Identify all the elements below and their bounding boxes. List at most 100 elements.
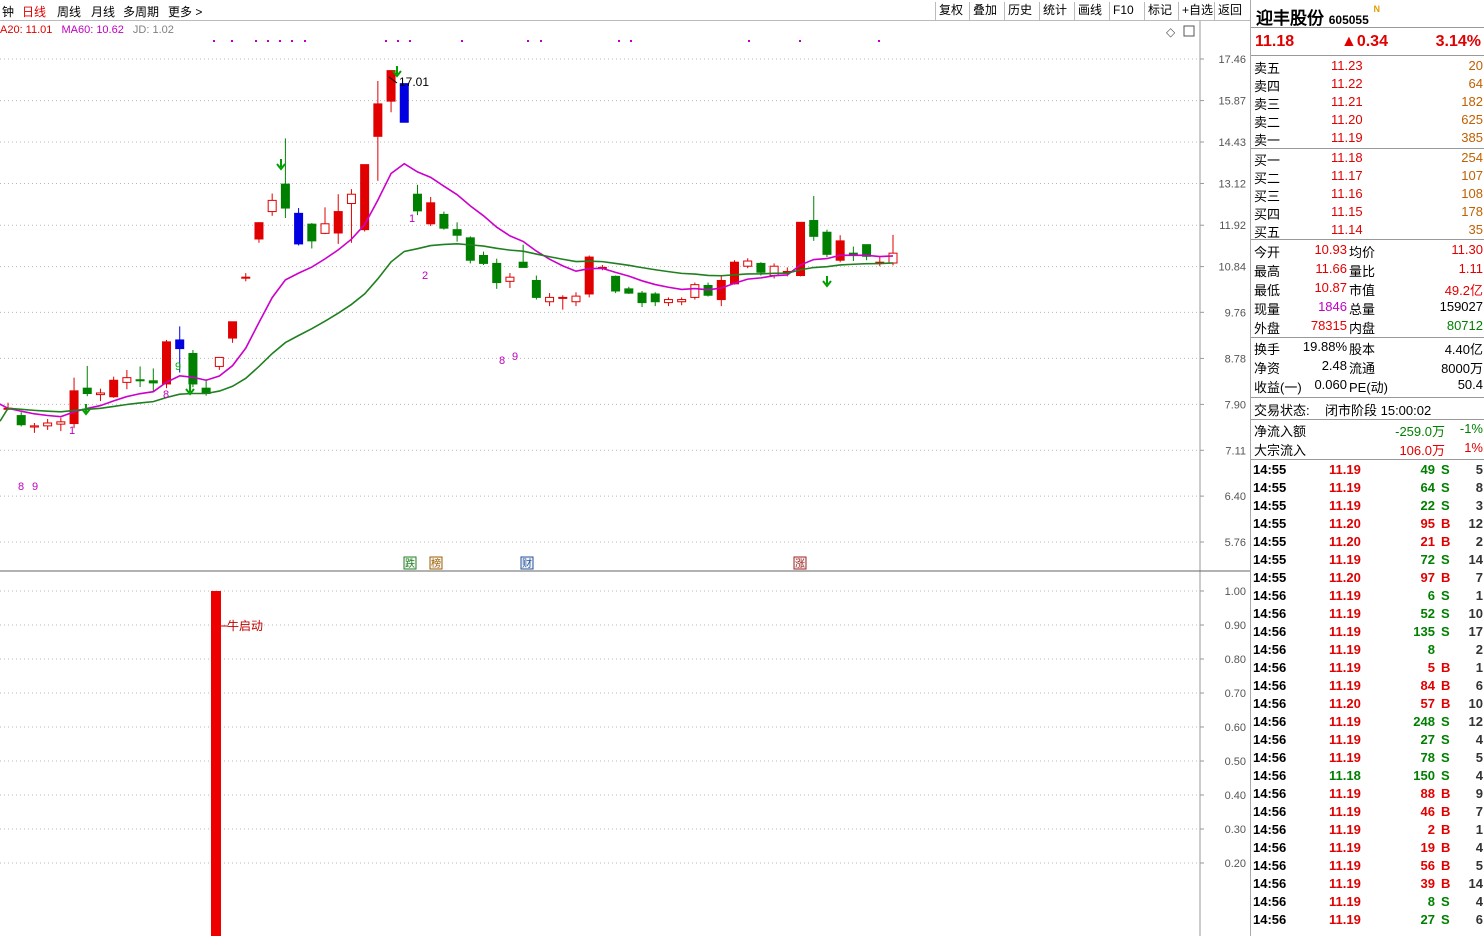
indicator-tick-label: 0.80 (1225, 654, 1246, 666)
tick-count: 10 (1468, 606, 1483, 621)
toolbar-button-6[interactable]: 标记 (1144, 2, 1175, 20)
stat-label: 总量 (1349, 302, 1376, 317)
price-tick-label: 9.76 (1225, 307, 1246, 319)
tick-volume: 2 (1427, 822, 1435, 837)
flow-label: 净流入额 (1254, 424, 1307, 439)
tick-price: 11.20 (1329, 516, 1361, 531)
flow-pct: 1% (1464, 440, 1483, 455)
signal-dot (630, 40, 632, 42)
ask-row: 卖一 11.19 385 (1251, 130, 1484, 148)
stat-row: 大宗流入 106.0万 1% (1251, 440, 1484, 458)
ask-row: 卖二 11.20 625 (1251, 112, 1484, 130)
tick-row: 14:56 11.19 2 B 1 (1251, 822, 1484, 840)
tick-side: B (1441, 786, 1451, 801)
toolbar-button-1[interactable]: 叠加 (969, 2, 1000, 20)
kline-chart[interactable]: 17.46 15.87 14.43 13.12 11.92 10.84 9.76 8.78 7.… (0, 21, 1250, 936)
toolbar-button-0[interactable]: 复权 (935, 2, 966, 20)
tab-3[interactable]: 月线 (91, 3, 115, 20)
tab-5[interactable]: 更多 > (168, 3, 202, 20)
tick-count: 14 (1468, 552, 1483, 567)
price-tick-label: 13.12 (1218, 178, 1246, 190)
ask-row: 卖三 11.21 182 (1251, 94, 1484, 112)
candle-body (43, 422, 53, 427)
candle-body (809, 220, 819, 237)
bid-row: 买三 11.16 108 (1251, 186, 1484, 204)
flow-value: -259.0万 (1395, 424, 1445, 439)
tick-time: 14:55 (1253, 516, 1287, 531)
tick-side: B (1441, 822, 1451, 837)
tab-4[interactable]: 多周期 (123, 3, 159, 20)
candle-body (109, 379, 119, 398)
toolbar-button-3[interactable]: 统计 (1039, 2, 1070, 20)
tick-volume: 21 (1420, 534, 1435, 549)
tick-count: 1 (1475, 822, 1483, 837)
tick-time: 14:56 (1253, 804, 1287, 819)
period-tab-bar: 钟日线 周线 月线 多周期 更多 > 复权 叠加 历史 统计 画线 F10 标记 +自选 返回 (0, 0, 1250, 21)
event-marker-label: 财 (522, 557, 532, 570)
candle-body (254, 222, 264, 240)
candle-body (888, 252, 898, 264)
ask-price: 11.22 (1331, 76, 1363, 91)
tick-volume: 6 (1427, 588, 1435, 603)
tick-volume: 27 (1420, 732, 1435, 747)
tab-1[interactable]: 日线 (22, 3, 46, 20)
window-icon (1183, 25, 1195, 37)
tick-price: 11.19 (1329, 588, 1361, 603)
stat-value: 4.40亿 (1444, 342, 1483, 357)
divider (1251, 27, 1484, 28)
tab-2[interactable]: 周线 (57, 3, 81, 20)
tick-volume: 27 (1420, 912, 1435, 927)
stat-label: 均价 (1349, 245, 1376, 260)
tick-price: 11.19 (1329, 876, 1361, 891)
tick-time: 14:56 (1253, 786, 1287, 801)
price-pct: 3.14% (1435, 33, 1481, 50)
tick-row: 14:56 11.19 6 S 1 (1251, 588, 1484, 606)
candle-body (716, 279, 726, 301)
stat-value: 49.2亿 (1444, 283, 1483, 298)
candle-body (452, 229, 462, 236)
candle-body (505, 276, 515, 282)
bid-label: 买四 (1254, 207, 1281, 222)
candle-body (531, 279, 541, 298)
candle-body (214, 356, 224, 367)
divider (1251, 397, 1484, 398)
tick-volume: 46 (1420, 804, 1435, 819)
tick-side: S (1441, 480, 1450, 495)
toolbar-button-8[interactable]: 返回 (1214, 2, 1245, 20)
tick-price: 11.20 (1329, 570, 1361, 585)
tick-row: 14:55 11.20 95 B 12 (1251, 516, 1484, 534)
bid-row: 买一 11.18 254 (1251, 150, 1484, 168)
bid-row: 买五 11.14 35 (1251, 222, 1484, 240)
tab-0[interactable]: 钟 (2, 3, 14, 20)
tick-count: 5 (1475, 858, 1483, 873)
toolbar-button-5[interactable]: F10 (1109, 2, 1137, 20)
candle-body (743, 260, 753, 267)
tick-time: 14:55 (1253, 552, 1287, 567)
toolbar-button-4[interactable]: 画线 (1074, 2, 1105, 20)
tick-count: 1 (1475, 660, 1483, 675)
toolbar-button-2[interactable]: 历史 (1004, 2, 1035, 20)
tick-volume: 72 (1420, 552, 1435, 567)
tick-volume: 57 (1420, 696, 1435, 711)
toolbar-button-7[interactable]: +自选 (1178, 2, 1216, 20)
tick-time: 14:56 (1253, 822, 1287, 837)
tick-row: 14:55 11.19 64 S 8 (1251, 480, 1484, 498)
tick-row: 14:56 11.19 39 B 14 (1251, 876, 1484, 894)
candle-body (637, 292, 647, 304)
divider (1251, 148, 1484, 149)
bid-label: 买一 (1254, 153, 1281, 168)
tick-price: 11.18 (1329, 768, 1361, 783)
stock-name: 迎丰股份 (1256, 9, 1324, 28)
tick-side: B (1441, 696, 1451, 711)
stat-row: 交易状态: 闭市阶段 15:00:02 (1251, 400, 1484, 418)
candle-body (122, 377, 132, 383)
tick-volume: 52 (1420, 606, 1435, 621)
tick-volume: 56 (1420, 858, 1435, 873)
high-price-label: 17.01 (399, 75, 429, 89)
tick-row: 14:56 11.19 8 2 (1251, 642, 1484, 660)
candle-body (333, 211, 343, 234)
price-tick-label: 7.90 (1225, 399, 1246, 411)
tick-row: 14:55 11.20 97 B 7 (1251, 570, 1484, 588)
tick-price: 11.19 (1329, 624, 1361, 639)
candle-body (650, 293, 660, 303)
